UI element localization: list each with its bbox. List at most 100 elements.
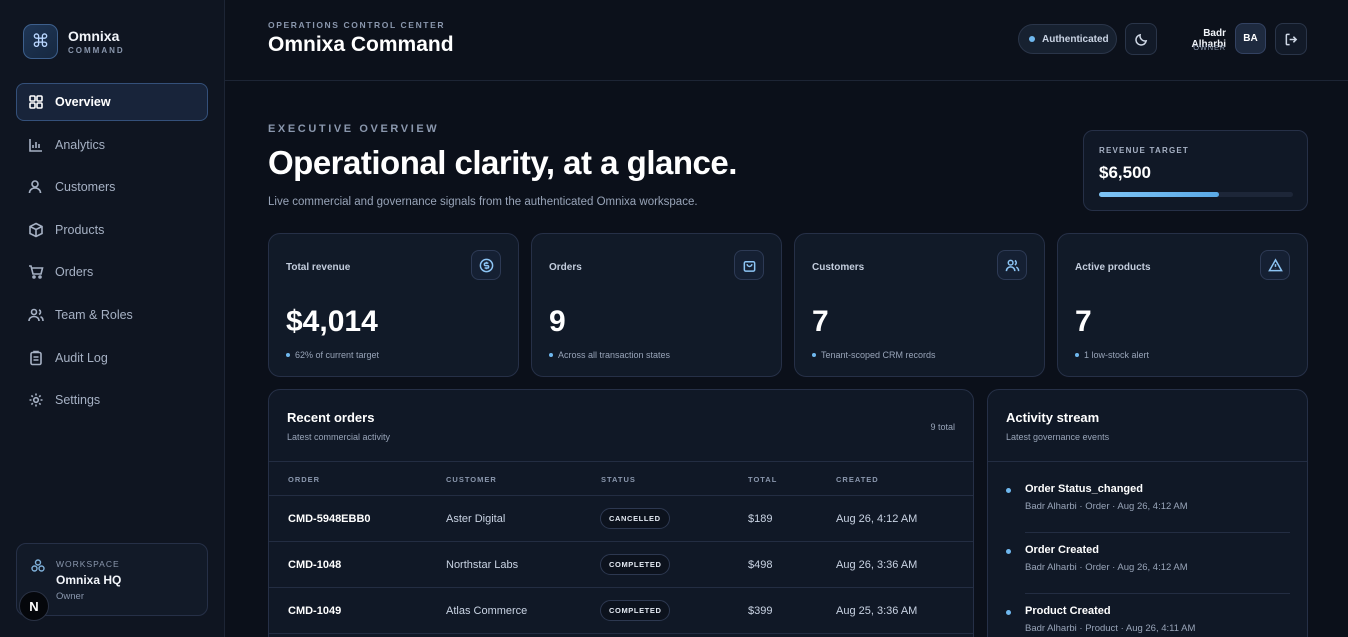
list-item[interactable]: Order Status_changed Badr Alharbi · Orde… — [1006, 483, 1290, 544]
clipboard-icon — [28, 350, 44, 366]
sidebar-item-overview[interactable]: Overview — [16, 83, 208, 121]
event-title: Order Created — [1025, 544, 1099, 556]
grid-icon — [28, 94, 44, 110]
gear-icon — [28, 392, 44, 408]
logout-button[interactable] — [1275, 23, 1307, 55]
stat-value: $4,014 — [286, 305, 378, 338]
theme-toggle-button[interactable] — [1125, 23, 1157, 55]
brand-name: Omnixa — [68, 28, 120, 44]
order-created: Aug 25, 3:36 AM — [836, 605, 918, 617]
sidebar-nav: Overview Analytics Customers Products Or… — [16, 83, 208, 424]
n-badge[interactable]: N — [19, 591, 49, 621]
sidebar-item-team-roles[interactable]: Team & Roles — [16, 296, 208, 334]
event-title: Product Created — [1025, 605, 1111, 617]
status-dot-icon — [1029, 36, 1035, 42]
stat-card-customers: Customers 7 Tenant-scoped CRM records — [794, 233, 1045, 377]
order-created: Aug 26, 4:12 AM — [836, 513, 918, 525]
top-header: OPERATIONS CONTROL CENTER Omnixa Command… — [225, 0, 1348, 81]
order-customer: Atlas Commerce — [446, 605, 528, 617]
revenue-progress-fill — [1099, 192, 1220, 197]
column-header: CUSTOMER — [446, 475, 497, 484]
event-dot-icon — [1006, 488, 1011, 493]
divider — [988, 461, 1307, 462]
logout-icon — [1284, 32, 1299, 47]
sidebar-item-analytics[interactable]: Analytics — [16, 126, 208, 164]
status-badge: COMPLETED — [600, 600, 671, 621]
column-header: ORDER — [288, 475, 321, 484]
sidebar-item-label: Team & Roles — [55, 307, 133, 322]
table-row[interactable]: CMD-1048 Northstar Labs COMPLETED $498 A… — [269, 542, 973, 588]
stat-label: Customers — [812, 262, 865, 273]
event-meta: Badr Alharbi · Order · Aug 26, 4:12 AM — [1025, 501, 1188, 512]
brand[interactable]: ⌘ Omnixa COMMAND — [23, 24, 125, 59]
command-icon: ⌘ — [23, 24, 58, 59]
panel-title: Recent orders — [287, 410, 375, 425]
sidebar-item-label: Analytics — [55, 137, 106, 152]
order-total: $189 — [748, 513, 773, 525]
avatar[interactable]: BA — [1235, 23, 1266, 54]
table-row[interactable]: CMD-1049 Atlas Commerce COMPLETED $399 A… — [269, 588, 973, 634]
moon-icon — [1134, 32, 1149, 47]
table-row[interactable]: CMD-5948EBB0 Aster Digital CANCELLED $18… — [269, 496, 973, 542]
hero-subtitle: Live commercial and governance signals f… — [268, 196, 698, 208]
stat-label: Total revenue — [286, 262, 351, 273]
stat-value: 9 — [549, 305, 566, 338]
sidebar-item-orders[interactable]: Orders — [16, 253, 208, 291]
hero-eyebrow: EXECUTIVE OVERVIEW — [268, 123, 440, 135]
stat-value: 7 — [1075, 305, 1092, 338]
stat-value: 7 — [812, 305, 829, 338]
sidebar-item-customers[interactable]: Customers — [16, 168, 208, 206]
list-item[interactable]: Product Created Badr Alharbi · Product ·… — [1006, 605, 1290, 637]
box-icon — [28, 222, 44, 238]
column-header: TOTAL — [748, 475, 778, 484]
event-title: Order Status_changed — [1025, 483, 1143, 495]
order-customer: Northstar Labs — [446, 559, 519, 571]
revenue-target-label: REVENUE TARGET — [1099, 146, 1189, 155]
bag-icon — [734, 250, 764, 280]
auth-status-badge: Authenticated — [1018, 24, 1117, 54]
table-header: ORDER CUSTOMER STATUS TOTAL CREATED — [269, 461, 973, 496]
stat-note: 62% of current target — [286, 350, 379, 360]
order-total: $498 — [748, 559, 773, 571]
event-meta: Badr Alharbi · Product · Aug 26, 4:11 AM — [1025, 623, 1196, 634]
workspace-label: WORKSPACE — [56, 559, 120, 569]
panel-subtitle: Latest commercial activity — [287, 432, 391, 442]
list-item[interactable]: Order Created Badr Alharbi · Order · Aug… — [1006, 544, 1290, 605]
stat-note: Tenant-scoped CRM records — [812, 350, 936, 360]
team-icon — [28, 307, 44, 323]
hero-title: Operational clarity, at a glance. — [268, 144, 737, 181]
event-dot-icon — [1006, 610, 1011, 615]
panel-subtitle: Latest governance events — [1006, 432, 1110, 442]
orders-count: 9 total — [930, 422, 955, 432]
sidebar: ⌘ Omnixa COMMAND Overview Analytics Cust… — [0, 0, 225, 637]
users-icon — [997, 250, 1027, 280]
alert-icon — [1260, 250, 1290, 280]
dollar-icon — [471, 250, 501, 280]
page-title: Omnixa Command — [268, 33, 454, 56]
sidebar-item-audit-log[interactable]: Audit Log — [16, 339, 208, 377]
order-customer: Aster Digital — [446, 513, 506, 525]
activity-stream-panel: Activity stream Latest governance events… — [987, 389, 1308, 637]
sidebar-item-products[interactable]: Products — [16, 211, 208, 249]
workspace-role: Owner — [56, 591, 84, 602]
event-meta: Badr Alharbi · Order · Aug 26, 4:12 AM — [1025, 562, 1188, 573]
sidebar-item-label: Orders — [55, 265, 94, 280]
brand-subtitle: COMMAND — [68, 46, 125, 55]
stat-card-active-products: Active products 7 1 low-stock alert — [1057, 233, 1308, 377]
sidebar-item-settings[interactable]: Settings — [16, 381, 208, 419]
status-badge: CANCELLED — [600, 508, 670, 529]
status-badge: COMPLETED — [600, 554, 671, 575]
order-created: Aug 26, 3:36 AM — [836, 559, 918, 571]
order-total: $399 — [748, 605, 773, 617]
sidebar-item-label: Customers — [55, 180, 116, 195]
workspace-name: Omnixa HQ — [56, 573, 122, 587]
column-header: CREATED — [836, 475, 879, 484]
stat-card-orders: Orders 9 Across all transaction states — [531, 233, 782, 377]
sidebar-item-label: Products — [55, 222, 105, 237]
order-id: CMD-1049 — [288, 605, 342, 617]
divider — [1025, 532, 1290, 533]
revenue-progress-bar — [1099, 192, 1293, 197]
stat-card-total-revenue: Total revenue $4,014 62% of current targ… — [268, 233, 519, 377]
user-role: OWNER — [1193, 43, 1226, 52]
stat-label: Orders — [549, 262, 582, 273]
